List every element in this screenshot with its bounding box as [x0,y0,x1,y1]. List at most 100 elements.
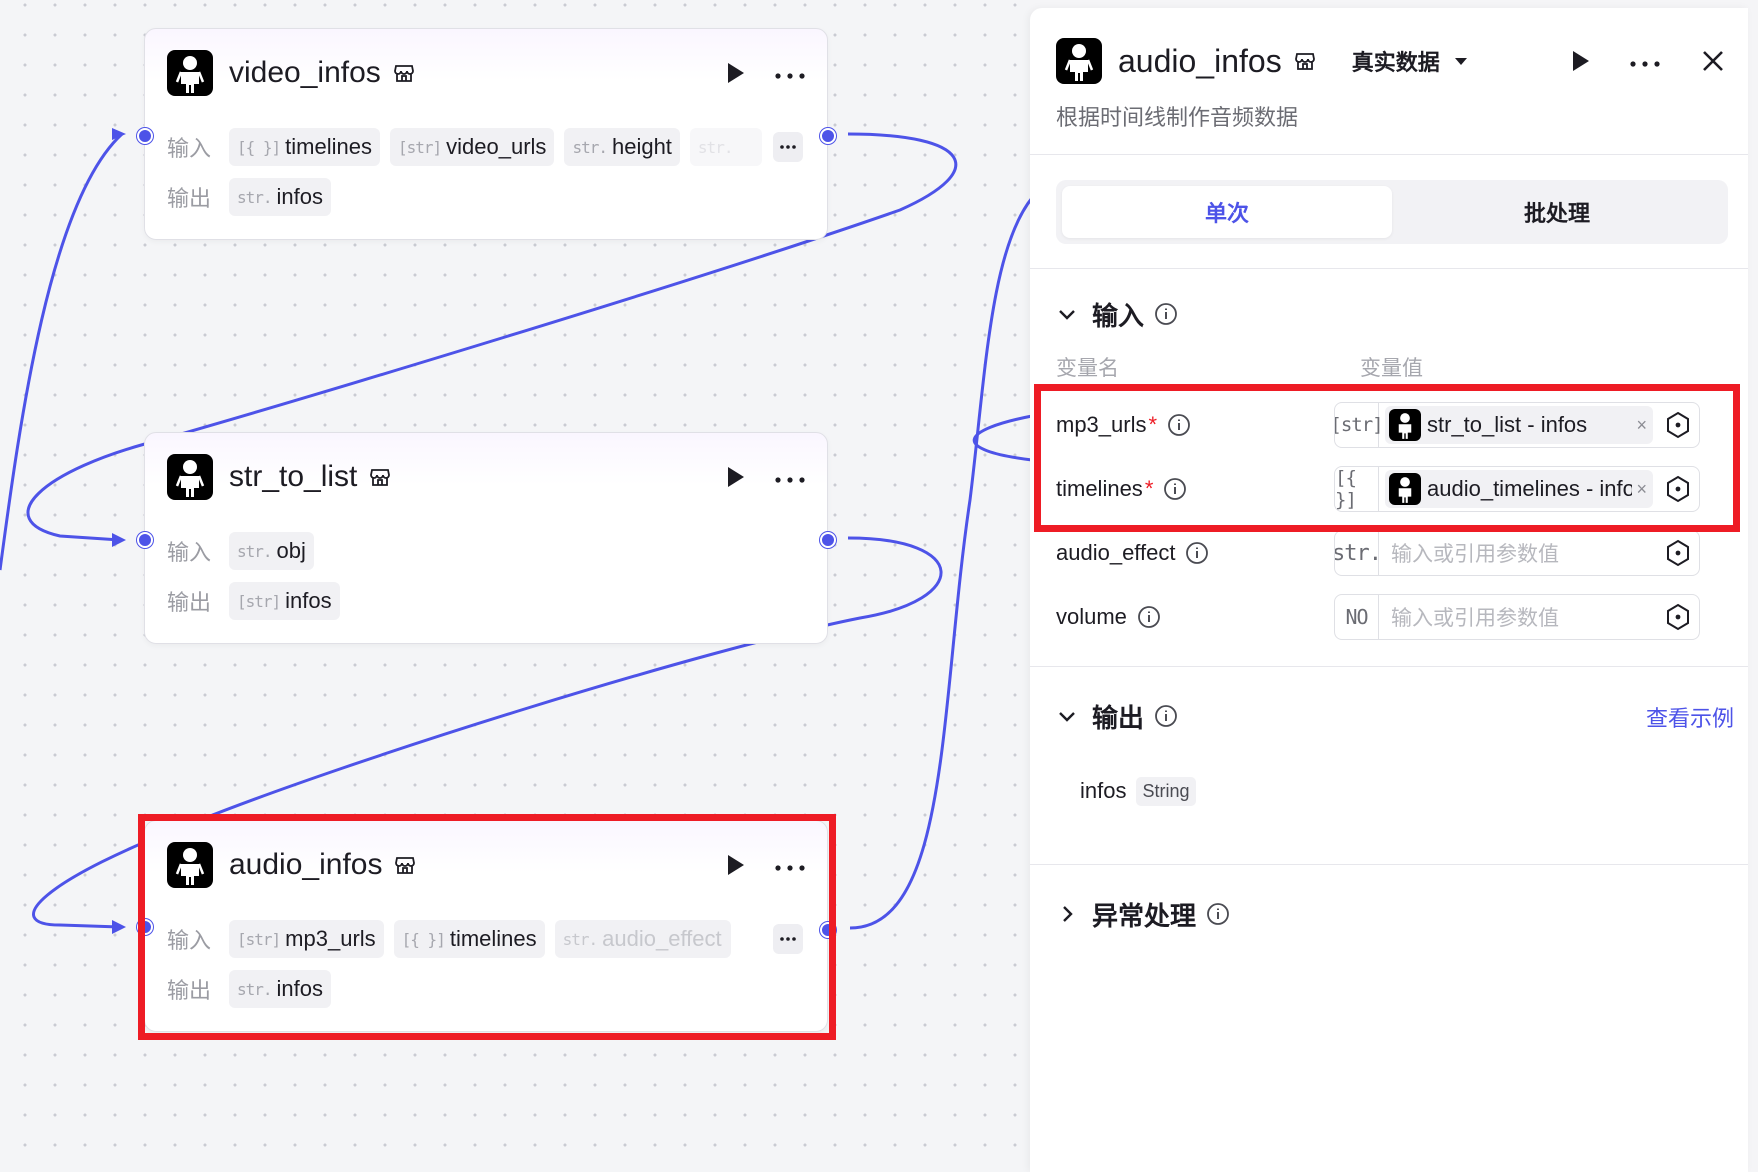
param-row-timelines: timelines * [{ }] audio_timelines - infos… [1056,466,1726,512]
param-name: mp3_urls [1056,412,1147,437]
output-label: 输出 [167,590,212,615]
input-port[interactable] [137,532,153,548]
data-mode-dropdown[interactable]: 真实数据 [1352,45,1472,77]
output-row: infos String [1080,774,1196,808]
type-badge: str. [1335,531,1382,575]
param-name: timelines [1056,476,1143,501]
node-title: audio_infos [229,848,383,881]
input-tag-overflow: str. [689,128,762,166]
reference-chip[interactable]: audio_timelines - infos × [1385,470,1653,508]
node-config-panel: audio_infos 真实数据 根据时间线制作音频数据 单次 批处理 输入 变… [1030,8,1748,1172]
info-icon [1155,303,1177,325]
error-handling-section-header[interactable]: 异常处理 [1056,896,1230,932]
node-title: video_infos [229,56,381,89]
output-label: 输出 [167,186,212,211]
run-node-icon[interactable] [1566,47,1594,75]
more-inputs-button[interactable] [773,924,803,954]
node-video-infos[interactable]: video_infos 输入 [{ }] timelines [str] video… [144,28,828,240]
more-options-icon[interactable] [773,472,807,483]
chevron-right-icon [1063,906,1073,922]
input-tag-obj: str. obj [229,532,314,570]
plugin-avatar-icon [1056,38,1102,84]
input-tag-timelines: [{ }] timelines [229,128,380,166]
output-tag-infos: str. infos [229,178,332,216]
more-options-icon[interactable] [1628,56,1662,67]
param-row-mp3-urls: mp3_urls * [str] str_to_list - infos × [1056,402,1726,448]
store-icon [369,466,391,488]
node-str-to-list[interactable]: str_to_list 输入 str. obj 输出 [str] infos [144,432,828,644]
info-icon [1186,542,1209,564]
clear-reference-icon[interactable]: × [1636,479,1647,500]
plugin-avatar-icon [167,50,213,96]
reference-chip[interactable]: str_to_list - infos × [1385,406,1653,444]
variable-reference-icon[interactable] [1663,602,1693,632]
run-mode-tabs: 单次 批处理 [1056,180,1728,244]
input-label: 输入 [167,540,212,565]
param-row-volume: volume NO 输入或引用参数值 [1056,594,1726,640]
output-name: infos [1080,778,1127,803]
node-title: str_to_list [229,460,358,493]
input-port[interactable] [137,919,153,935]
store-icon [394,854,416,876]
param-value-field[interactable]: str. 输入或引用参数值 [1334,530,1700,576]
param-name: volume [1056,604,1127,629]
param-row-audio-effect: audio_effect str. 输入或引用参数值 [1056,530,1726,576]
info-icon [1164,478,1187,500]
output-section-header[interactable]: 输出 [1056,698,1734,734]
info-icon [1155,705,1177,727]
variable-reference-icon[interactable] [1663,538,1693,568]
info-icon [1138,606,1160,628]
close-icon[interactable] [1700,48,1726,74]
output-type-badge: String [1136,776,1196,806]
output-port[interactable] [820,532,836,548]
output-port[interactable] [820,128,836,144]
run-node-icon[interactable] [721,463,749,491]
output-port[interactable] [820,922,836,938]
param-value-field[interactable]: NO 输入或引用参数值 [1334,594,1700,640]
variable-reference-icon[interactable] [1663,474,1693,504]
run-node-icon[interactable] [721,59,749,87]
type-badge: [str] [1335,403,1384,447]
type-badge: NO [1335,595,1379,639]
input-tag-video-urls: [str] video_urls [389,128,555,166]
type-badge: [{ }] [1335,467,1379,511]
input-section-header[interactable]: 输入 [1056,296,1178,332]
info-icon [1168,414,1190,436]
clear-reference-icon[interactable]: × [1636,415,1647,436]
store-icon [1294,50,1316,72]
input-tag-mp3-urls: [str] mp3_urls [229,920,384,958]
variable-reference-icon[interactable] [1663,410,1693,440]
plugin-avatar-icon [167,454,213,500]
chevron-down-icon [1059,310,1075,320]
panel-description: 根据时间线制作音频数据 [1056,105,1299,130]
output-label: 输出 [167,978,212,1003]
param-value-field[interactable]: [str] str_to_list - infos × [1334,402,1700,448]
input-port[interactable] [137,128,153,144]
input-tag-timelines: [{ }] timelines [393,920,545,958]
tab-single[interactable]: 单次 [1062,186,1392,238]
node-audio-infos[interactable]: audio_infos 输入 [str] mp3_urls [{ }] timeli… [144,820,828,1032]
info-icon [1207,903,1229,925]
caret-down-icon [1454,58,1467,65]
panel-title: audio_infos [1118,42,1282,79]
store-icon [393,62,415,84]
output-tag-infos: [str] infos [229,582,340,620]
view-example-link[interactable]: 查看示例 [1646,701,1734,733]
tab-batch[interactable]: 批处理 [1392,186,1722,238]
param-name: audio_effect [1056,540,1176,565]
input-tag-height: str. height [564,128,680,166]
more-options-icon[interactable] [773,68,807,79]
input-label: 输入 [167,928,212,953]
run-node-icon[interactable] [721,851,749,879]
param-value-field[interactable]: [{ }] audio_timelines - infos × [1334,466,1700,512]
column-label-value: 变量值 [1360,357,1423,380]
more-options-icon[interactable] [773,860,807,871]
input-tag-audio-effect: str. audio_effect [554,920,731,958]
plugin-avatar-icon [1389,473,1421,505]
more-inputs-button[interactable] [773,132,803,162]
chevron-down-icon [1059,712,1075,722]
param-input[interactable]: 输入或引用参数值 [1391,538,1663,568]
param-input[interactable]: 输入或引用参数值 [1391,602,1663,632]
input-label: 输入 [167,136,212,161]
output-tag-infos: str. infos [229,970,332,1008]
